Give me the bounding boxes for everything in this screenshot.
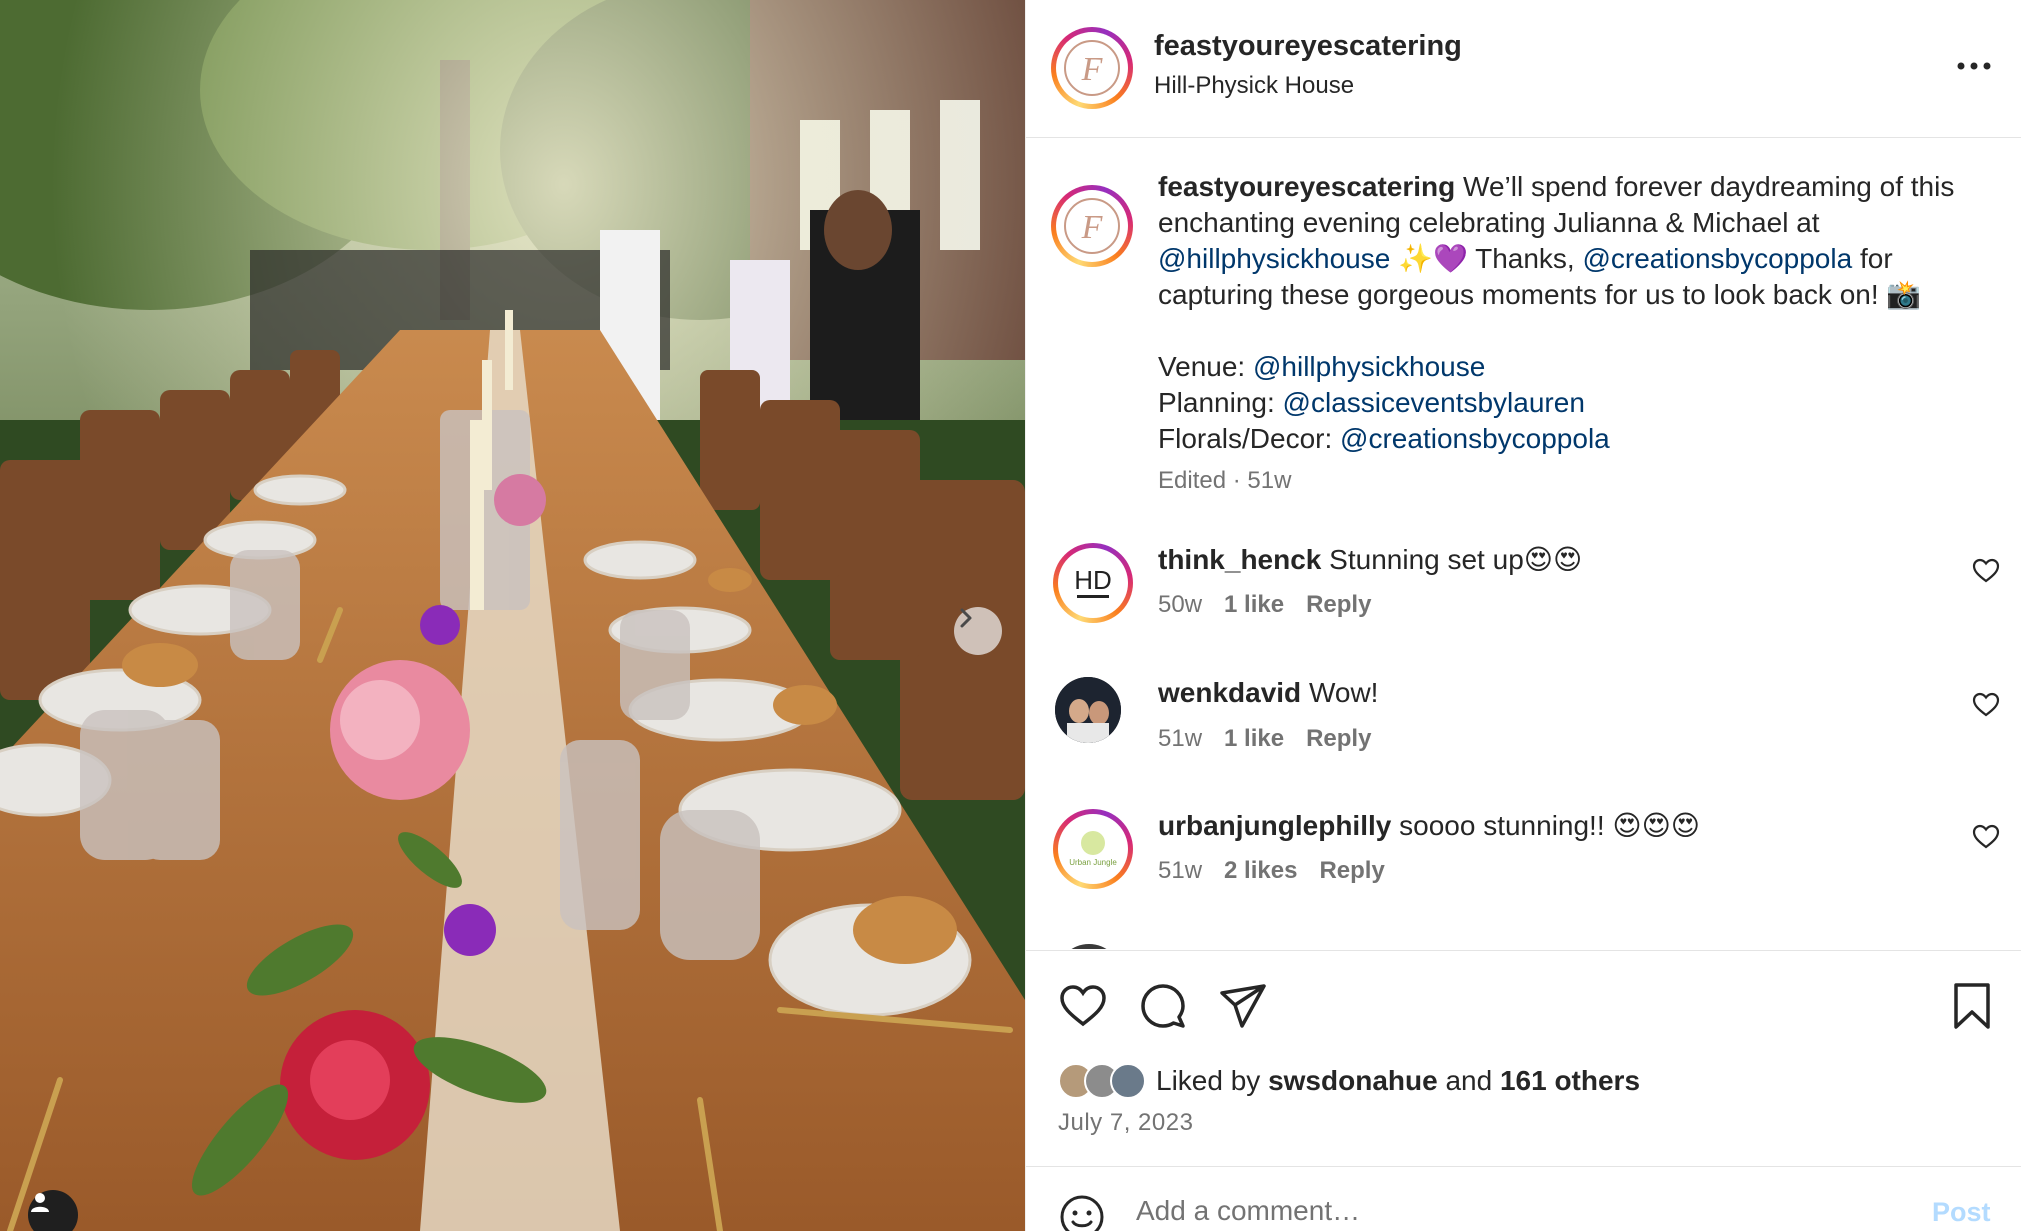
henck-design-logo-icon: HD bbox=[1074, 565, 1112, 598]
florals-label: Florals/Decor: bbox=[1158, 423, 1341, 454]
caption-username[interactable]: feastyoureyescatering bbox=[1158, 171, 1455, 202]
planning-label: Planning: bbox=[1158, 387, 1283, 418]
heart-icon[interactable] bbox=[1972, 823, 2000, 851]
smiley-icon[interactable] bbox=[1058, 1193, 1106, 1231]
more-horizontal-icon[interactable] bbox=[1951, 52, 1997, 80]
user-tag-icon bbox=[31, 1193, 49, 1212]
reply-button[interactable]: Reply bbox=[1306, 591, 1371, 618]
author-avatar[interactable]: F bbox=[1051, 27, 1133, 109]
photo-illustration bbox=[0, 0, 1025, 1231]
comment-age: 51w bbox=[1158, 857, 1203, 884]
chevron-right-icon bbox=[960, 608, 972, 628]
author-username[interactable]: feastyoureyescatering bbox=[1154, 30, 1462, 63]
liked-by-text: Liked by swsdonahue and 161 others bbox=[1156, 1065, 1641, 1096]
commenter-avatar[interactable]: HD bbox=[1053, 543, 1133, 623]
commenter-avatar[interactable] bbox=[1056, 944, 1122, 949]
comment-likes[interactable]: 1 like bbox=[1224, 725, 1284, 752]
urban-jungle-logo-icon: Urban Jungle bbox=[1069, 831, 1117, 867]
comment-item: wenkdavid Wow! 51w 1 like Reply bbox=[1026, 677, 2021, 797]
comment-likes[interactable]: 2 likes bbox=[1224, 857, 1297, 884]
post-photo[interactable] bbox=[0, 0, 1025, 1231]
svg-text:Urban Jungle: Urban Jungle bbox=[1069, 858, 1117, 867]
post-date: July 7, 2023 bbox=[1058, 1109, 1194, 1136]
comment-text: wenkdavid Wow! bbox=[1158, 677, 1379, 708]
comment-text: think_henck Stunning set up😍😍 bbox=[1158, 544, 1583, 575]
caption-avatar[interactable]: F bbox=[1051, 185, 1133, 267]
commenter-username[interactable]: wenkdavid bbox=[1158, 677, 1301, 708]
caption-text: feastyoureyescatering We’ll spend foreve… bbox=[1158, 171, 1955, 454]
comment-age: 51w bbox=[1158, 725, 1203, 752]
post-comment-button[interactable]: Post bbox=[1932, 1197, 1991, 1228]
comments-list[interactable]: F feastyoureyescatering We’ll spend fore… bbox=[1026, 139, 2021, 949]
commenter-username[interactable]: urbanjunglephilly bbox=[1158, 810, 1391, 841]
feast-logo-icon: F bbox=[1064, 40, 1120, 96]
comment-text: urbanjunglephilly soooo stunning!! 😍😍😍 bbox=[1158, 810, 1700, 841]
heart-icon[interactable] bbox=[1058, 981, 1108, 1031]
comment-meta: 51w 1 like Reply bbox=[1158, 725, 1393, 753]
comment-icon[interactable] bbox=[1138, 981, 1188, 1031]
mention-link[interactable]: @hillphysickhouse bbox=[1158, 243, 1390, 274]
post-detail-panel: F feastyoureyescatering Hill-Physick Hou… bbox=[1025, 0, 2021, 1231]
liked-by-others[interactable]: 161 others bbox=[1500, 1065, 1640, 1096]
commenter-avatar[interactable] bbox=[1055, 677, 1121, 743]
post-location[interactable]: Hill-Physick House bbox=[1154, 72, 1354, 100]
reply-button[interactable]: Reply bbox=[1306, 725, 1371, 752]
svg-text:F: F bbox=[1081, 51, 1104, 88]
comment-item: HD think_henck Stunning set up😍😍 50w 1 li… bbox=[1026, 543, 2021, 663]
comment-meta: 51w 2 likes Reply bbox=[1158, 857, 1407, 885]
comment-likes[interactable]: 1 like bbox=[1224, 591, 1284, 618]
mention-link[interactable]: @creationsbycoppola bbox=[1582, 243, 1852, 274]
post-actions: Liked by swsdonahue and 161 others July … bbox=[1026, 950, 2021, 1166]
mention-link[interactable]: @hillphysickhouse bbox=[1253, 351, 1485, 382]
feast-logo-icon: F bbox=[1064, 198, 1120, 254]
comment-item: Urban Jungle urbanjunglephilly soooo stu… bbox=[1026, 809, 2021, 929]
heart-icon[interactable] bbox=[1972, 557, 2000, 585]
share-icon[interactable] bbox=[1218, 981, 1268, 1031]
add-comment-bar: Post bbox=[1026, 1166, 2021, 1231]
svg-text:F: F bbox=[1081, 209, 1104, 246]
svg-text:HD: HD bbox=[1074, 565, 1112, 595]
next-photo-button[interactable] bbox=[954, 607, 1002, 655]
mention-link[interactable]: @creationsbycoppola bbox=[1340, 423, 1610, 454]
liked-by-row[interactable]: Liked by swsdonahue and 161 others bbox=[1058, 1059, 1640, 1103]
comment-input[interactable] bbox=[1136, 1181, 1856, 1231]
liked-by-user[interactable]: swsdonahue bbox=[1268, 1065, 1438, 1096]
post-header: F feastyoureyescatering Hill-Physick Hou… bbox=[1026, 0, 2021, 138]
reply-button[interactable]: Reply bbox=[1319, 857, 1384, 884]
profile-photo-icon bbox=[1055, 677, 1121, 743]
venue-label: Venue: bbox=[1158, 351, 1253, 382]
heart-icon[interactable] bbox=[1972, 691, 2000, 719]
commenter-avatar[interactable]: Urban Jungle bbox=[1053, 809, 1133, 889]
commenter-username[interactable]: think_henck bbox=[1158, 544, 1321, 575]
comment-meta: 50w 1 like Reply bbox=[1158, 591, 1393, 619]
liker-avatar bbox=[1110, 1063, 1146, 1099]
caption-meta: Edited · 51w bbox=[1158, 467, 1292, 494]
comment-age: 50w bbox=[1158, 591, 1203, 618]
bookmark-icon[interactable] bbox=[1947, 981, 1997, 1031]
mention-link[interactable]: @classiceventsbylauren bbox=[1283, 387, 1585, 418]
